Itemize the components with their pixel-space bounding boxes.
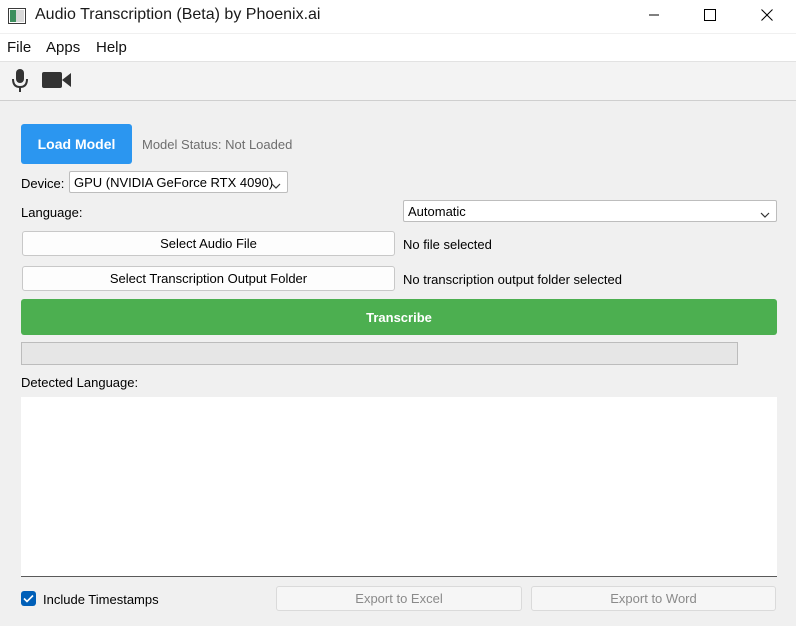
progress-bar <box>21 342 738 365</box>
select-audio-file-button[interactable]: Select Audio File <box>22 231 395 256</box>
load-model-button[interactable]: Load Model <box>21 124 132 164</box>
close-button[interactable] <box>738 0 796 33</box>
menu-bar: File Apps Help <box>0 34 796 62</box>
export-excel-button[interactable]: Export to Excel <box>276 586 522 611</box>
maximize-button[interactable] <box>681 0 739 33</box>
close-icon <box>761 9 773 24</box>
transcript-textarea[interactable] <box>21 397 777 577</box>
chevron-down-icon <box>271 178 281 193</box>
menu-help[interactable]: Help <box>96 39 127 56</box>
select-output-folder-button[interactable]: Select Transcription Output Folder <box>22 266 395 291</box>
include-timestamps-checkbox[interactable] <box>21 591 36 606</box>
checkmark-icon <box>23 591 34 606</box>
window-title: Audio Transcription (Beta) by Phoenix.ai <box>35 6 321 23</box>
microphone-icon[interactable] <box>10 68 30 97</box>
audio-file-status: No file selected <box>403 237 492 252</box>
menu-apps[interactable]: Apps <box>46 39 80 56</box>
device-select[interactable]: GPU (NVIDIA GeForce RTX 4090) <box>69 171 288 193</box>
export-word-button[interactable]: Export to Word <box>531 586 776 611</box>
include-timestamps-label[interactable]: Include Timestamps <box>43 592 159 607</box>
maximize-icon <box>704 9 716 24</box>
minimize-button[interactable] <box>625 0 683 33</box>
model-status: Model Status: Not Loaded <box>142 137 293 152</box>
transcribe-button[interactable]: Transcribe <box>21 299 777 335</box>
video-camera-icon[interactable] <box>42 71 72 92</box>
detected-language-label: Detected Language: <box>21 375 139 390</box>
output-folder-status: No transcription output folder selected <box>403 272 622 287</box>
language-label: Language: <box>21 205 83 220</box>
device-select-value: GPU (NVIDIA GeForce RTX 4090) <box>74 174 274 190</box>
language-select-value: Automatic <box>408 203 466 219</box>
toolbar <box>0 62 796 101</box>
title-bar: Audio Transcription (Beta) by Phoenix.ai <box>0 0 796 33</box>
minimize-icon <box>648 9 660 24</box>
language-select[interactable]: Automatic <box>403 200 777 222</box>
chevron-down-icon <box>760 207 770 222</box>
app-icon <box>8 8 26 24</box>
device-label: Device: <box>21 176 65 191</box>
menu-file[interactable]: File <box>7 39 31 56</box>
